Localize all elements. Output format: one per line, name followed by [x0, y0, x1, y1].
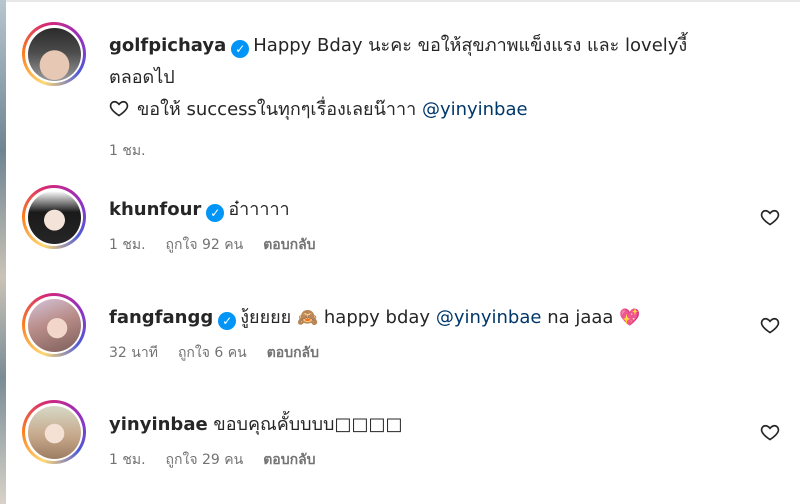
- comment-text: Happy Bday นะคะ ขอให้สุขภาพแข็งแรง และ l…: [253, 35, 688, 56]
- comment-text: งู้ยยยย: [240, 307, 292, 328]
- comment-time: 32 นาที: [109, 345, 158, 361]
- comment-time: 1 ชม.: [109, 143, 146, 159]
- verified-badge-icon: ✓: [218, 312, 237, 330]
- like-count[interactable]: ถูกใจ 6 คน: [178, 345, 247, 361]
- like-count[interactable]: ถูกใจ 29 คน: [166, 452, 244, 468]
- like-heart-icon[interactable]: [760, 315, 780, 335]
- background-photo-strip: [0, 0, 6, 504]
- comment-item: khunfour ✓ อ๋าาาาา 1 ชม. ถูกใจ 92 คน ตอบกลับ: [22, 185, 800, 275]
- heart-outline-icon: [109, 100, 129, 117]
- comment-text: na jaaa: [547, 307, 614, 328]
- see-no-evil-monkey-icon: 🙈: [296, 308, 319, 328]
- username[interactable]: fangfangg: [109, 307, 213, 328]
- avatar[interactable]: [22, 293, 86, 357]
- reply-button[interactable]: ตอบกลับ: [267, 345, 319, 361]
- comment-time: 1 ชม.: [109, 452, 146, 468]
- comment-text: ขอบคุณคั้บบบบ□□□□: [213, 414, 403, 435]
- comment-text: ตลอดไป: [109, 67, 175, 88]
- avatar-image: [27, 190, 81, 244]
- top-divider: [6, 0, 800, 2]
- comment-item: golfpichaya ✓ Happy Bday นะคะ ขอให้สุขภาพแ…: [22, 22, 800, 162]
- like-count[interactable]: ถูกใจ 92 คน: [166, 237, 244, 253]
- avatar[interactable]: [22, 185, 86, 249]
- reply-button[interactable]: ตอบกลับ: [263, 237, 315, 253]
- username[interactable]: yinyinbae: [109, 414, 208, 435]
- comment-text: ขอให้ successในทุกๆเรื่องเลยน๊าาา: [137, 99, 417, 120]
- avatar-image: [27, 405, 81, 459]
- verified-badge-icon: ✓: [231, 40, 250, 58]
- like-heart-icon[interactable]: [760, 422, 780, 442]
- avatar[interactable]: [22, 400, 86, 464]
- avatar[interactable]: [22, 22, 86, 86]
- comment-item: yinyinbae ขอบคุณคั้บบบบ□□□□ 1 ชม. ถูกใจ 2…: [22, 400, 800, 490]
- comment-item: fangfangg ✓ งู้ยยยย 🙈 happy bday @yinyinba…: [22, 293, 800, 383]
- username[interactable]: khunfour: [109, 199, 201, 220]
- username[interactable]: golfpichaya: [109, 35, 226, 56]
- verified-badge-icon: ✓: [206, 204, 225, 222]
- comment-time: 1 ชม.: [109, 237, 146, 253]
- avatar-image: [27, 298, 81, 352]
- like-heart-icon[interactable]: [760, 207, 780, 227]
- mention-link[interactable]: @yinyinbae: [436, 307, 542, 328]
- avatar-image: [27, 27, 81, 81]
- mention-link[interactable]: @yinyinbae: [422, 99, 528, 120]
- reply-button[interactable]: ตอบกลับ: [263, 452, 315, 468]
- comment-text: happy bday: [323, 307, 431, 328]
- sparkling-heart-icon: 💖: [619, 308, 641, 328]
- comment-text: อ๋าาาาา: [228, 199, 290, 220]
